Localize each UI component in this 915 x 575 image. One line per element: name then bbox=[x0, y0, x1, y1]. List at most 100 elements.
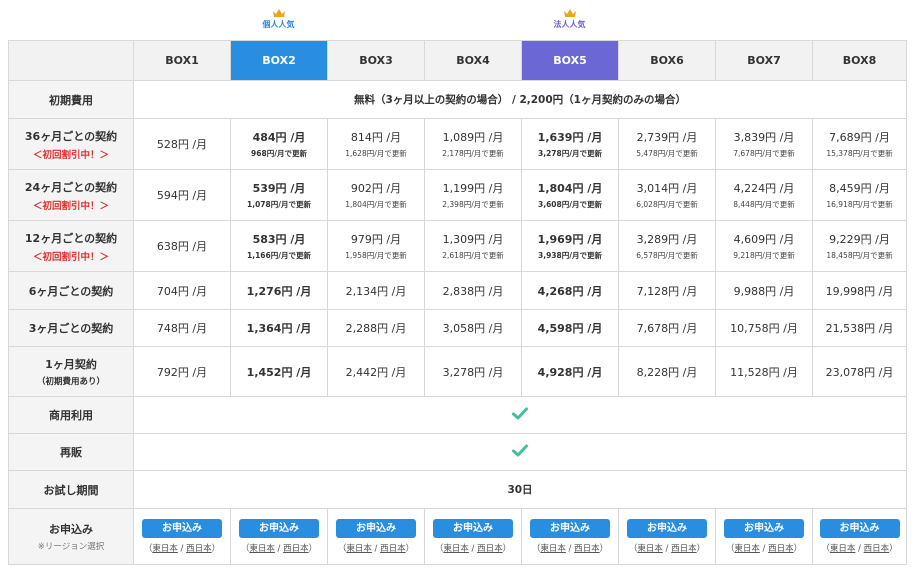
price-cell: 9,229円 /月 18,458円/月で更新 bbox=[812, 220, 907, 272]
monthly-price: 1,452円 /月 bbox=[246, 365, 312, 379]
renewal-price: 1,628円/月で更新 bbox=[345, 149, 407, 158]
check-icon bbox=[512, 444, 528, 457]
region-close: ） bbox=[696, 544, 706, 554]
price-cell: 1,364円 /月 bbox=[230, 309, 328, 347]
region-east-link[interactable]: 東日本 bbox=[249, 544, 275, 554]
apply-button[interactable]: お申込み bbox=[336, 519, 416, 538]
monthly-price: 8,228円 /月 bbox=[636, 365, 698, 379]
row-m1: 1ヶ月契約 （初期費用あり） 792円 /月 1,452円 /月 2,442円 /月 3,… bbox=[8, 346, 907, 397]
apply-button[interactable]: お申込み bbox=[142, 519, 222, 538]
monthly-price: 1,199円 /月 bbox=[442, 182, 504, 195]
region-east-link[interactable]: 東日本 bbox=[443, 544, 469, 554]
price-cell: 2,288円 /月 bbox=[327, 309, 425, 347]
region-west-link[interactable]: 西日本 bbox=[671, 544, 697, 554]
apply-button[interactable]: お申込み bbox=[724, 519, 804, 538]
renewal-price: 968円/月で更新 bbox=[251, 149, 307, 158]
monthly-price: 1,276円 /月 bbox=[246, 284, 312, 298]
region-west-link[interactable]: 西日本 bbox=[574, 544, 600, 554]
header-box7: BOX7 bbox=[715, 40, 813, 81]
header-box2: BOX2 bbox=[230, 40, 328, 81]
badge-personal-label: 個人人気 bbox=[262, 20, 295, 29]
header-box8: BOX8 bbox=[812, 40, 907, 81]
price-cell: 4,928円 /月 bbox=[521, 346, 619, 397]
region-west-link[interactable]: 西日本 bbox=[283, 544, 309, 554]
renewal-price: 7,678円/月で更新 bbox=[733, 149, 795, 158]
monthly-price: 594円 /月 bbox=[156, 189, 208, 202]
price-cell: 902円 /月 1,804円/月で更新 bbox=[327, 169, 425, 221]
price-cell: 21,538円 /月 bbox=[812, 309, 907, 347]
renewal-price: 2,618円/月で更新 bbox=[442, 251, 504, 260]
monthly-price: 23,078円 /月 bbox=[825, 365, 894, 379]
monthly-price: 10,758円 /月 bbox=[730, 322, 798, 335]
price-cell: 1,199円 /月 2,398円/月で更新 bbox=[424, 169, 522, 221]
region-east-link[interactable]: 東日本 bbox=[830, 544, 856, 554]
pricing-table: BOX1 BOX2 BOX3 BOX4 BOX5 BOX6 BOX7 BOX8 … bbox=[8, 40, 907, 565]
row-label-sub: ＜初回割引中！＞ bbox=[32, 200, 109, 212]
monthly-price: 528円 /月 bbox=[156, 138, 208, 151]
region-separator: / bbox=[371, 544, 381, 554]
region-open: （ bbox=[821, 544, 830, 554]
price-cell: 11,528円 /月 bbox=[715, 346, 813, 397]
price-cell: 2,838円 /月 bbox=[424, 271, 522, 310]
price-cell: 3,289円 /月 6,578円/月で更新 bbox=[618, 220, 716, 272]
price-cell: 539円 /月 1,078円/月で更新 bbox=[230, 169, 328, 221]
apply-button[interactable]: お申込み bbox=[239, 519, 319, 538]
region-west-link[interactable]: 西日本 bbox=[864, 544, 890, 554]
crown-icon bbox=[272, 9, 285, 17]
row-label: 商用利用 bbox=[8, 396, 134, 434]
renewal-price: 6,028円/月で更新 bbox=[636, 200, 698, 209]
monthly-price: 4,224円 /月 bbox=[733, 182, 795, 195]
row-m24: 24ヶ月ごとの契約 ＜初回割引中！＞ 594円 /月 539円 /月 1,078円/月で… bbox=[8, 169, 907, 221]
apply-button[interactable]: お申込み bbox=[627, 519, 707, 538]
region-east-link[interactable]: 東日本 bbox=[152, 544, 178, 554]
badge-corporate-label: 法人人気 bbox=[553, 20, 586, 29]
region-select: （東日本 / 西日本） bbox=[231, 542, 327, 554]
region-east-link[interactable]: 東日本 bbox=[734, 544, 760, 554]
monthly-price: 8,459円 /月 bbox=[829, 182, 890, 195]
row-label: 3ヶ月ごとの契約 bbox=[8, 309, 134, 347]
price-cell: 1,452円 /月 bbox=[230, 346, 328, 397]
region-separator: / bbox=[565, 544, 575, 554]
row-label-text: 3ヶ月ごとの契約 bbox=[28, 322, 114, 335]
price-cell: 10,758円 /月 bbox=[715, 309, 813, 347]
apply-button[interactable]: お申込み bbox=[530, 519, 610, 538]
price-cell: 1,089円 /月 2,178円/月で更新 bbox=[424, 118, 522, 170]
price-cell: 792円 /月 bbox=[133, 346, 231, 397]
header-box3: BOX3 bbox=[327, 40, 425, 81]
row-label-text: 6ヶ月ごとの契約 bbox=[28, 284, 114, 298]
apply-cell: お申込み （東日本 / 西日本） bbox=[230, 508, 328, 565]
resale-value bbox=[133, 433, 907, 471]
renewal-price: 15,378円/月で更新 bbox=[826, 149, 893, 158]
region-east-link[interactable]: 東日本 bbox=[346, 544, 372, 554]
region-west-link[interactable]: 西日本 bbox=[768, 544, 794, 554]
region-east-link[interactable]: 東日本 bbox=[540, 544, 566, 554]
apply-cell: お申込み （東日本 / 西日本） bbox=[133, 508, 231, 565]
price-cell: 3,058円 /月 bbox=[424, 309, 522, 347]
monthly-price: 583円 /月 bbox=[252, 233, 306, 246]
monthly-price: 3,278円 /月 bbox=[442, 365, 504, 379]
apply-cell: お申込み （東日本 / 西日本） bbox=[715, 508, 813, 565]
row-label: 12ヶ月ごとの契約 ＜初回割引中！＞ bbox=[8, 220, 134, 272]
monthly-price: 4,268円 /月 bbox=[537, 284, 603, 298]
price-cell: 19,998円 /月 bbox=[812, 271, 907, 310]
monthly-price: 4,598円 /月 bbox=[537, 322, 603, 335]
renewal-price: 1,078円/月で更新 bbox=[247, 200, 311, 209]
region-west-link[interactable]: 西日本 bbox=[186, 544, 212, 554]
popularity-badges: 個人人気 法人人気 bbox=[0, 0, 915, 40]
region-east-link[interactable]: 東日本 bbox=[637, 544, 663, 554]
row-label-sub: ＜初回割引中！＞ bbox=[32, 149, 109, 161]
monthly-price: 4,928円 /月 bbox=[537, 365, 603, 379]
apply-button[interactable]: お申込み bbox=[433, 519, 513, 538]
region-select: （東日本 / 西日本） bbox=[716, 542, 812, 554]
region-separator: / bbox=[177, 544, 187, 554]
price-cell: 1,309円 /月 2,618円/月で更新 bbox=[424, 220, 522, 272]
price-cell: 2,739円 /月 5,478円/月で更新 bbox=[618, 118, 716, 170]
price-cell: 3,014円 /月 6,028円/月で更新 bbox=[618, 169, 716, 221]
region-west-link[interactable]: 西日本 bbox=[380, 544, 406, 554]
region-separator: / bbox=[662, 544, 672, 554]
row-trial: お試し期間 30日 bbox=[8, 470, 907, 509]
apply-button[interactable]: お申込み bbox=[819, 519, 900, 538]
apply-cell: お申込み （東日本 / 西日本） bbox=[424, 508, 522, 565]
region-west-link[interactable]: 西日本 bbox=[477, 544, 503, 554]
monthly-price: 19,998円 /月 bbox=[825, 284, 894, 298]
